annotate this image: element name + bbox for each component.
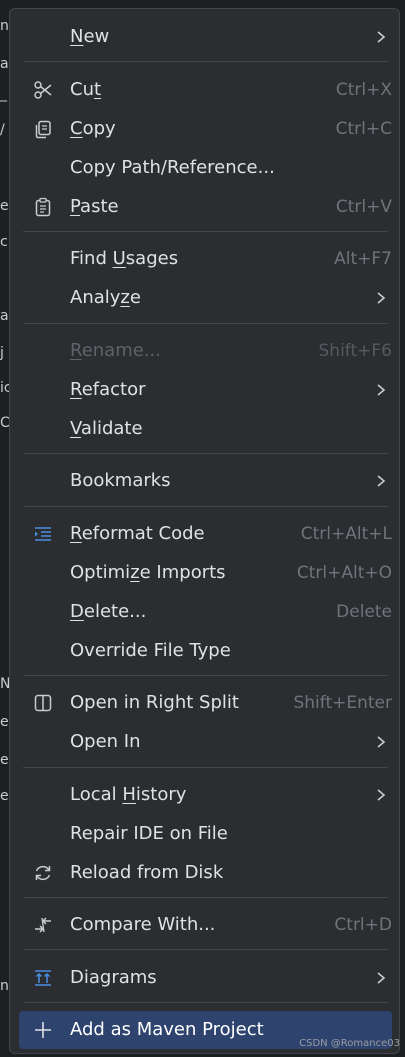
split-icon bbox=[33, 693, 53, 713]
shortcut-label: Ctrl+Alt+O bbox=[296, 563, 392, 583]
menu-item-label: Cut bbox=[70, 79, 102, 100]
menu-item-local-history[interactable]: Local History bbox=[19, 777, 392, 813]
menu-item-new[interactable]: New bbox=[19, 19, 392, 55]
menu-item-bookmarks[interactable]: Bookmarks bbox=[19, 463, 392, 499]
menu-item-label: Copy bbox=[70, 118, 116, 139]
shortcut-label: Delete bbox=[336, 602, 392, 622]
diagram-icon bbox=[33, 968, 53, 988]
menu-item-label: Find Usages bbox=[70, 248, 179, 269]
menu-separator bbox=[23, 1002, 388, 1003]
shortcut-label: Ctrl+C bbox=[335, 119, 392, 139]
menu-item-diagrams[interactable]: Diagrams bbox=[19, 960, 392, 996]
menu-item-compare-with[interactable]: Compare With... Ctrl+D bbox=[19, 907, 392, 943]
menu-item-analyze[interactable]: Analyze bbox=[19, 280, 392, 316]
menu-item-optimize-imports[interactable]: Optimize Imports Ctrl+Alt+O bbox=[19, 555, 392, 591]
menu-separator bbox=[23, 453, 388, 454]
menu-item-label: Override File Type bbox=[70, 640, 231, 661]
context-menu: New Cut Ctrl+X Copy Ctrl+C Copy Path/Ref… bbox=[9, 8, 400, 1054]
shortcut-label: Ctrl+X bbox=[335, 80, 392, 100]
reload-icon bbox=[33, 863, 53, 883]
menu-item-label: Compare With... bbox=[70, 914, 216, 935]
menu-item-refactor[interactable]: Refactor bbox=[19, 372, 392, 408]
menu-item-open-in-right-split[interactable]: Open in Right Split Shift+Enter bbox=[19, 685, 392, 721]
clipboard-icon bbox=[33, 197, 53, 217]
scissors-icon bbox=[33, 80, 53, 100]
menu-item-label: Paste bbox=[70, 196, 119, 217]
shortcut-label: Shift+Enter bbox=[293, 693, 392, 713]
compare-icon bbox=[33, 915, 53, 935]
chevron-right-icon bbox=[377, 292, 386, 304]
menu-separator bbox=[23, 61, 388, 62]
menu-item-label: Delete... bbox=[70, 601, 147, 622]
menu-item-reload-from-disk[interactable]: Reload from Disk bbox=[19, 855, 392, 891]
menu-item-validate[interactable]: Validate bbox=[19, 411, 392, 447]
menu-item-find-usages[interactable]: Find Usages Alt+F7 bbox=[19, 241, 392, 277]
chevron-right-icon bbox=[377, 475, 386, 487]
chevron-right-icon bbox=[377, 384, 386, 396]
plus-icon bbox=[33, 1020, 53, 1040]
chevron-right-icon bbox=[377, 736, 386, 748]
menu-item-label: Refactor bbox=[70, 379, 146, 400]
menu-item-label: Rename... bbox=[70, 340, 161, 361]
shortcut-label: Shift+F6 bbox=[318, 341, 392, 361]
menu-item-paste[interactable]: Paste Ctrl+V bbox=[19, 189, 392, 225]
menu-item-label: Repair IDE on File bbox=[70, 823, 228, 844]
shortcut-label: Ctrl+D bbox=[334, 915, 392, 935]
menu-item-label: Local History bbox=[70, 784, 187, 805]
menu-separator bbox=[23, 323, 388, 324]
menu-item-reformat-code[interactable]: Reformat Code Ctrl+Alt+L bbox=[19, 516, 392, 552]
menu-item-label: Diagrams bbox=[70, 967, 157, 988]
menu-item-repair-ide[interactable]: Repair IDE on File bbox=[19, 816, 392, 852]
shortcut-label: Alt+F7 bbox=[334, 249, 392, 269]
menu-item-label: Copy Path/Reference... bbox=[70, 157, 275, 178]
menu-item-label: Add as Maven Project bbox=[70, 1019, 264, 1040]
chevron-right-icon bbox=[377, 789, 386, 801]
menu-item-label: New bbox=[70, 26, 110, 47]
menu-item-delete[interactable]: Delete... Delete bbox=[19, 594, 392, 630]
menu-item-label: Bookmarks bbox=[70, 470, 171, 491]
menu-separator bbox=[23, 767, 388, 768]
reformat-icon bbox=[33, 524, 53, 544]
menu-item-copy[interactable]: Copy Ctrl+C bbox=[19, 111, 392, 147]
menu-separator bbox=[23, 506, 388, 507]
shortcut-label: Ctrl+V bbox=[335, 197, 392, 217]
menu-item-label: Reformat Code bbox=[70, 523, 205, 544]
menu-item-label: Open In bbox=[70, 731, 141, 752]
menu-item-cut[interactable]: Cut Ctrl+X bbox=[19, 72, 392, 108]
menu-separator bbox=[23, 231, 388, 232]
menu-item-copy-path[interactable]: Copy Path/Reference... bbox=[19, 150, 392, 186]
watermark: CSDN @Romance03 bbox=[299, 1038, 400, 1049]
menu-item-label: Open in Right Split bbox=[70, 692, 239, 713]
shortcut-label: Ctrl+Alt+L bbox=[300, 524, 392, 544]
menu-item-rename: Rename... Shift+F6 bbox=[19, 333, 392, 369]
menu-item-override-file-type[interactable]: Override File Type bbox=[19, 633, 392, 669]
chevron-right-icon bbox=[377, 972, 386, 984]
chevron-right-icon bbox=[377, 31, 386, 43]
menu-item-label: Validate bbox=[70, 418, 143, 439]
menu-separator bbox=[23, 675, 388, 676]
menu-separator bbox=[23, 949, 388, 950]
menu-separator bbox=[23, 897, 388, 898]
menu-item-label: Optimize Imports bbox=[70, 562, 226, 583]
copy-icon bbox=[33, 119, 53, 139]
menu-item-open-in[interactable]: Open In bbox=[19, 724, 392, 760]
menu-item-label: Reload from Disk bbox=[70, 862, 224, 883]
menu-item-label: Analyze bbox=[70, 287, 141, 308]
